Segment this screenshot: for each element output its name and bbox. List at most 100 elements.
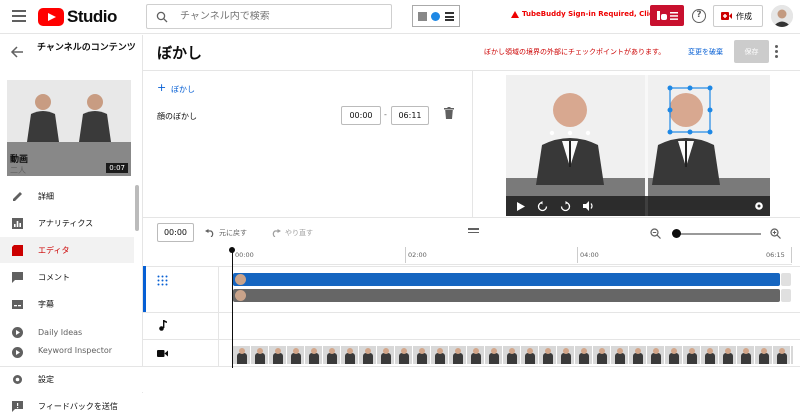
thumbnail-icon <box>418 11 428 21</box>
blur-track-face-1[interactable] <box>233 273 780 286</box>
feedback-label: フィードバックを送信 <box>38 401 118 411</box>
comment-icon <box>12 271 23 283</box>
sidebar-item-label: エディタ <box>38 245 70 255</box>
blur-end-time-input[interactable]: 06:11 <box>391 106 429 125</box>
video-label: 動画 <box>10 155 29 165</box>
sidebar-item-settings[interactable]: 設定 <box>0 366 143 392</box>
active-lane-indicator <box>143 266 146 312</box>
resize-handle-icon[interactable] <box>468 228 479 235</box>
sidebar-item-daily-ideas[interactable]: Daily Ideas <box>0 319 134 345</box>
page-title: ぼかし <box>157 44 203 62</box>
studio-logo[interactable]: Studio <box>38 7 117 27</box>
settings-gear-icon[interactable] <box>754 201 764 211</box>
youtube-logo-icon <box>38 8 64 26</box>
video-filmstrip[interactable] <box>233 346 793 364</box>
redo-button[interactable]: やり直す <box>271 228 313 238</box>
back-arrow-icon[interactable] <box>10 45 24 59</box>
undo-button[interactable]: 元に戻す <box>205 228 247 238</box>
zoom-out-icon[interactable] <box>650 228 661 239</box>
zoom-slider-track[interactable] <box>673 233 761 235</box>
gear-icon <box>13 375 22 384</box>
sidebar-item-label: Keyword Inspector <box>38 346 113 355</box>
menu-icon[interactable] <box>12 10 26 22</box>
blur-start-time-input[interactable]: 00:00 <box>341 106 381 125</box>
avatar-image <box>771 5 793 27</box>
warning-icon <box>511 10 519 18</box>
sidebar-item-label: 詳細 <box>38 191 54 201</box>
sidebar-item-keyword-inspector[interactable]: Keyword Inspector <box>0 346 134 360</box>
search-input[interactable] <box>180 11 380 22</box>
play-circle-icon <box>12 347 23 358</box>
sidebar-scrollbar[interactable] <box>135 185 139 231</box>
blur-lane-icon <box>157 275 168 286</box>
video-frame <box>506 75 770 216</box>
zoom-in-icon[interactable] <box>770 228 781 239</box>
tubebuddy-icon <box>656 11 667 20</box>
tick-label: 04:00 <box>580 251 599 259</box>
music-note-icon <box>159 320 167 331</box>
logo-text: Studio <box>67 7 117 26</box>
add-blur-button[interactable]: ぼかし <box>171 84 195 95</box>
list-icon <box>444 11 454 21</box>
play-circle-icon <box>12 326 23 338</box>
redo-label: やり直す <box>285 229 313 237</box>
forward-icon[interactable] <box>560 200 571 212</box>
video-lane-icon <box>157 350 168 357</box>
avatar[interactable] <box>771 5 793 27</box>
video-title: 二人 <box>10 166 26 175</box>
save-button[interactable]: 保存 <box>734 40 769 63</box>
trash-icon[interactable] <box>444 107 454 119</box>
tick-label: 00:00 <box>235 251 254 259</box>
search-box[interactable] <box>146 4 392 29</box>
undo-label: 元に戻す <box>219 229 247 237</box>
subtitles-icon <box>12 299 23 309</box>
time-range-dash: - <box>384 110 387 119</box>
tubebuddy-extension[interactable] <box>412 5 460 27</box>
tick-label: 02:00 <box>408 251 427 259</box>
sidebar-item-details[interactable]: 詳細 <box>0 183 134 209</box>
sidebar: チャンネルのコンテンツ 0:07 動画 二人 詳細 アナリティクス エディタ コ… <box>0 35 143 419</box>
top-bar: Studio TubeBuddy Sign-in Required, Click… <box>0 0 800 34</box>
volume-icon[interactable] <box>583 201 594 211</box>
timeline-current-time-input[interactable]: 00:00 <box>157 223 194 242</box>
video-preview[interactable] <box>506 75 770 216</box>
timeline-lanes <box>143 266 800 408</box>
tubebuddy-button[interactable] <box>650 5 684 26</box>
tick-label: 06:15 <box>766 251 785 259</box>
channel-content-title: チャンネルのコンテンツ <box>37 43 136 53</box>
sidebar-item-subtitles[interactable]: 字幕 <box>0 291 134 317</box>
playhead[interactable] <box>232 250 233 368</box>
play-icon[interactable] <box>516 201 525 211</box>
discard-changes-button[interactable]: 変更を破棄 <box>688 47 723 57</box>
video-camera-icon <box>721 12 732 20</box>
sidebar-item-editor[interactable]: エディタ <box>0 237 134 263</box>
playhead-knob[interactable] <box>229 247 235 253</box>
player-controls <box>506 196 770 216</box>
blur-track-end-handle[interactable] <box>781 273 791 286</box>
create-button[interactable]: 作成 <box>713 5 763 27</box>
video-duration-badge: 0:07 <box>106 163 128 173</box>
blur-track-face-2[interactable] <box>233 289 780 302</box>
blur-track-end-handle[interactable] <box>781 289 791 302</box>
sidebar-item-label: アナリティクス <box>38 218 94 228</box>
pencil-icon <box>13 191 22 201</box>
sidebar-item-comments[interactable]: コメント <box>0 264 134 290</box>
sidebar-item-label: コメント <box>38 272 70 282</box>
zoom-slider-knob[interactable] <box>672 229 681 238</box>
create-label: 作成 <box>736 11 752 21</box>
sidebar-item-analytics[interactable]: アナリティクス <box>0 210 134 236</box>
hamburger-icon <box>669 11 678 20</box>
timeline-divider <box>143 217 800 218</box>
editor-icon <box>12 244 23 256</box>
rewind-icon[interactable] <box>537 200 548 212</box>
plus-icon[interactable]: + <box>157 82 166 93</box>
analytics-icon <box>12 217 23 229</box>
more-options-icon[interactable] <box>775 45 779 60</box>
panel-divider <box>472 70 473 217</box>
sidebar-item-feedback[interactable]: フィードバックを送信 <box>0 393 143 419</box>
tubebuddy-play-icon <box>431 11 441 21</box>
help-icon[interactable]: ? <box>692 9 706 23</box>
lane-header-divider <box>218 266 219 366</box>
feedback-icon <box>12 400 23 412</box>
face-blur-label: 顔のぼかし <box>157 112 197 121</box>
